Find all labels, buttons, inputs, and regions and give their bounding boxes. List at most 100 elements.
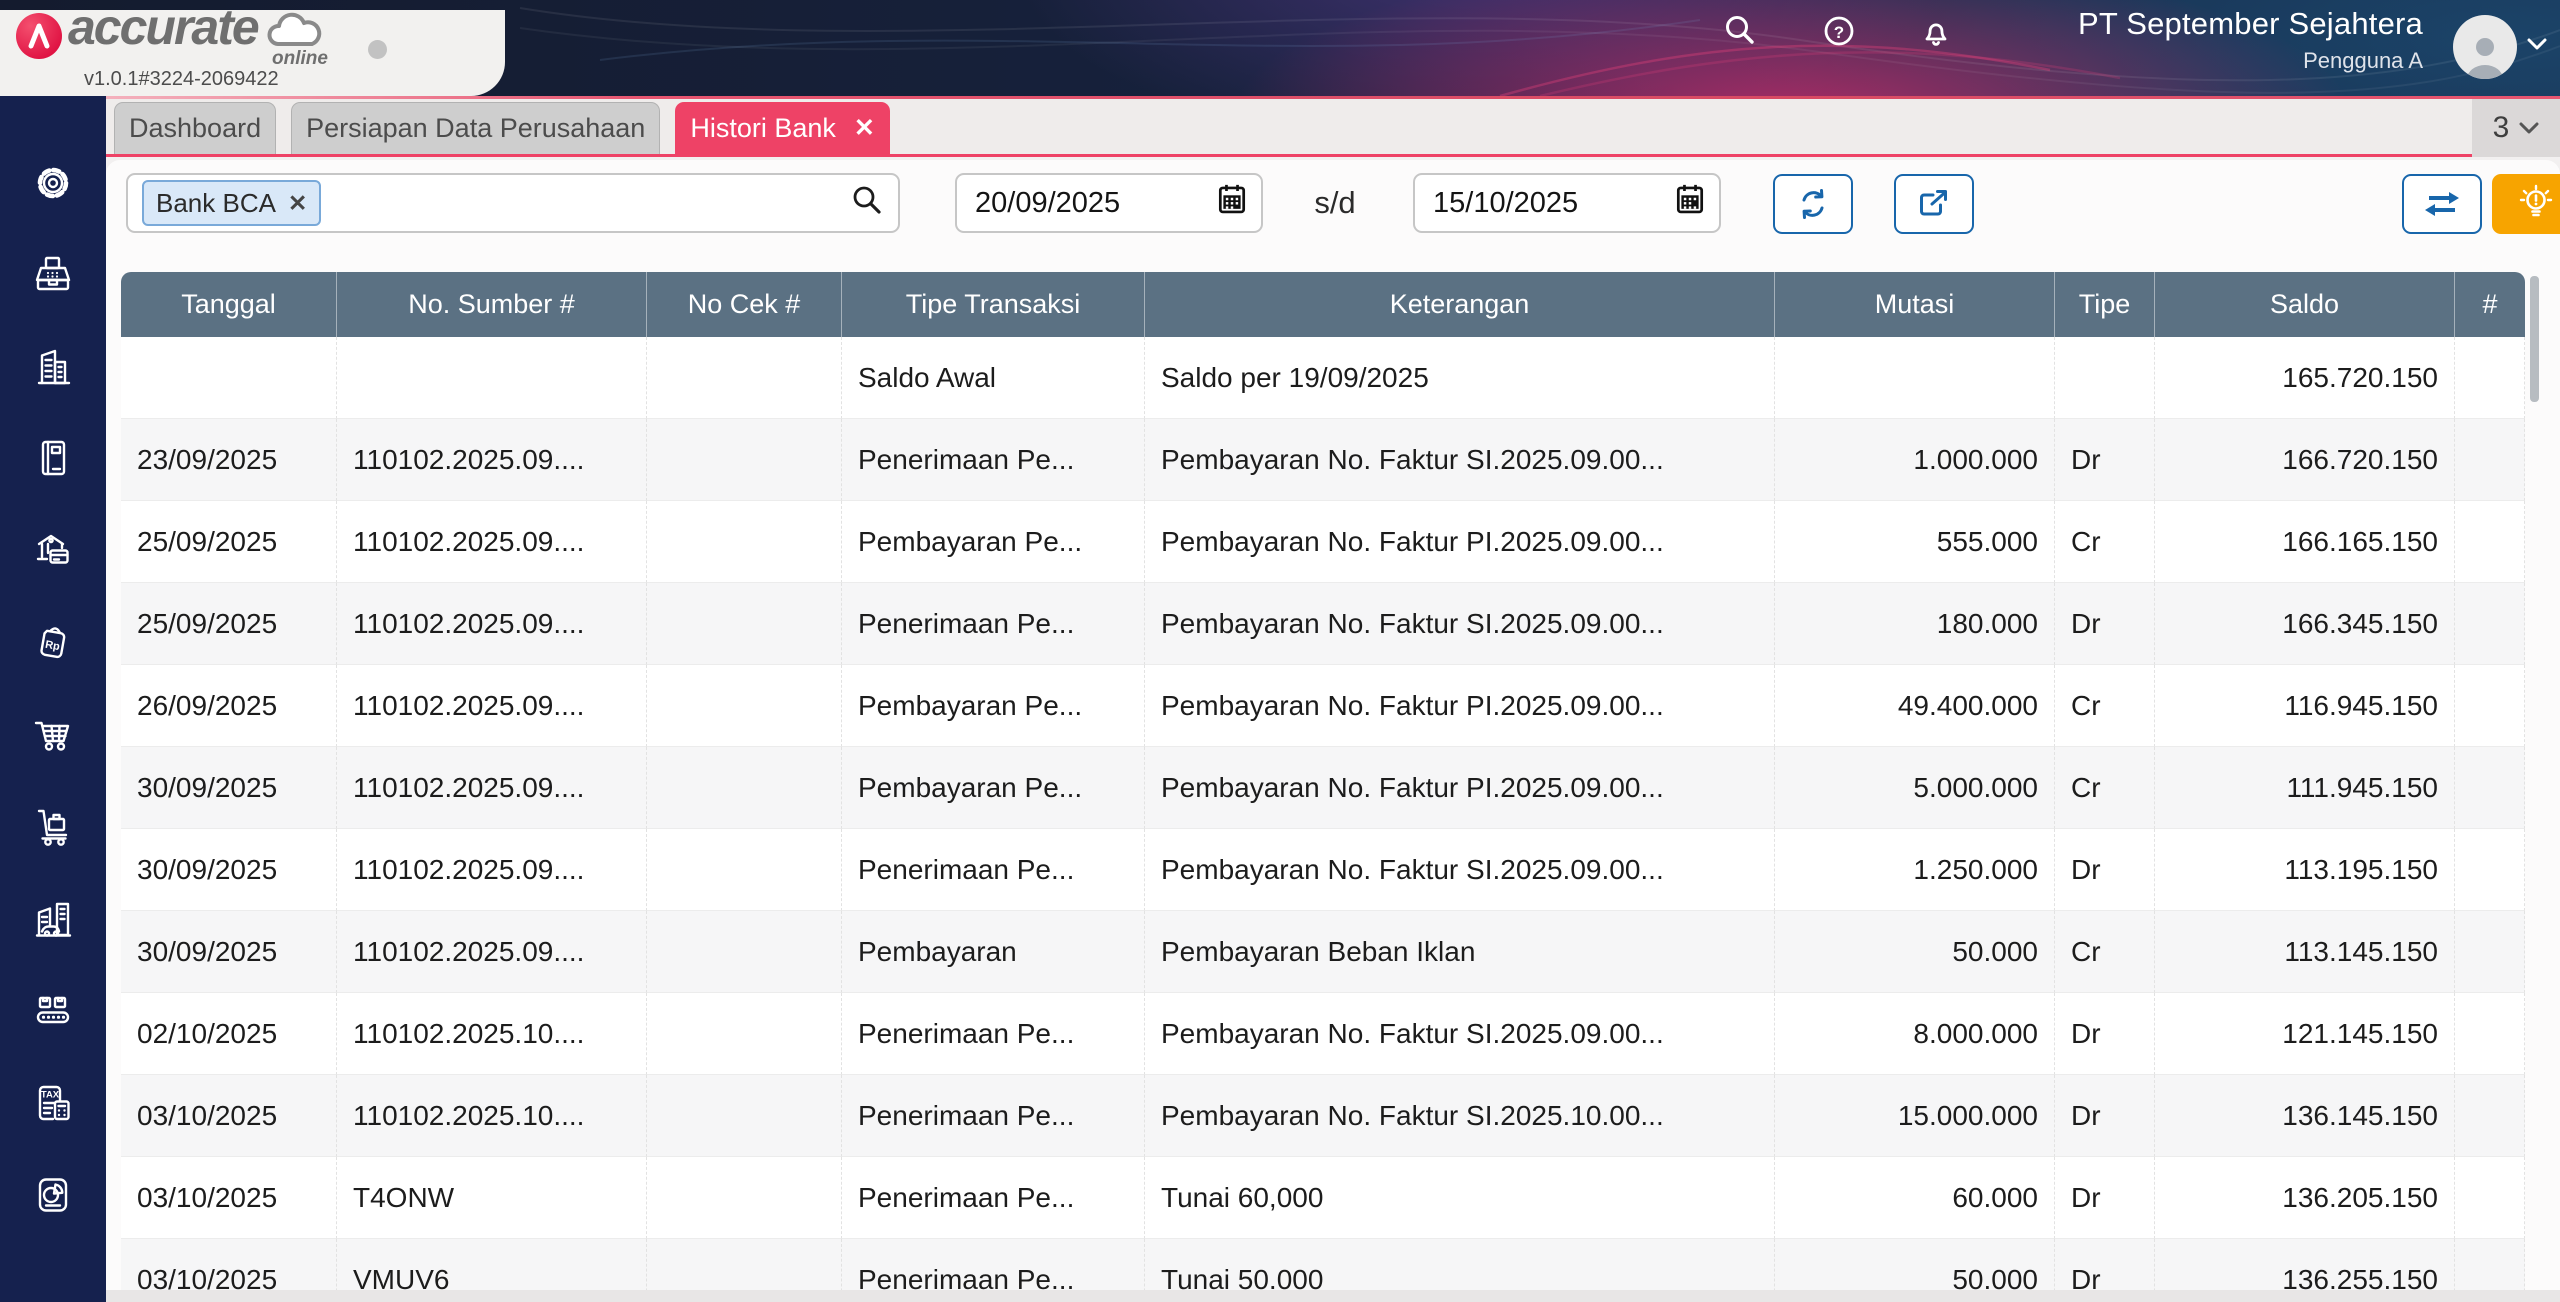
table-row[interactable]: 30/09/2025 110102.2025.09.... Pembayaran Pe… (121, 911, 2525, 993)
help-icon[interactable]: ? (1819, 11, 1859, 51)
tab-close-icon[interactable]: ✕ (854, 116, 875, 141)
column-header-tanggal[interactable]: Tanggal (121, 272, 337, 337)
purchase-cart-icon[interactable] (29, 711, 77, 759)
cell-mutasi: 5.000.000 (1775, 747, 2055, 829)
cell-tanggal: 02/10/2025 (121, 993, 337, 1075)
price-tag-rp-icon[interactable]: Rp (29, 619, 77, 667)
column-header-keterangan[interactable]: Keterangan (1145, 272, 1775, 337)
horizontal-scrollbar-track[interactable] (106, 1290, 2560, 1302)
accurate-logo-icon[interactable] (16, 13, 62, 59)
cell-no-cek (647, 1075, 842, 1157)
tax-calculator-icon[interactable]: TAX (29, 1079, 77, 1127)
calendar-icon[interactable] (1675, 183, 1705, 223)
cell-tipe: Dr (2055, 1157, 2155, 1239)
column-header-tipe[interactable]: Tipe (2055, 272, 2155, 337)
refresh-button[interactable] (1773, 174, 1853, 234)
cell-tanggal: 03/10/2025 (121, 1075, 337, 1157)
column-header-no-cek-[interactable]: No Cek # (647, 272, 842, 337)
cell-no-sumber: 110102.2025.09.... (337, 419, 647, 501)
calendar-icon[interactable] (1217, 183, 1247, 223)
cell-keterangan: Pembayaran No. Faktur SI.2025.09.00... (1145, 993, 1775, 1075)
table-row[interactable]: 03/10/2025 T4ONW Penerimaan Pe... Tunai 60,… (121, 1157, 2525, 1239)
cell-keterangan: Saldo per 19/09/2025 (1145, 337, 1775, 419)
tab-histori-bank[interactable]: Histori Bank ✕ (675, 102, 890, 154)
cell-saldo: 136.205.150 (2155, 1157, 2455, 1239)
table-row[interactable]: 26/09/2025 110102.2025.09.... Pembayaran P… (121, 665, 2525, 747)
cell-actions (2455, 747, 2525, 829)
cell-keterangan: Pembayaran No. Faktur PI.2025.09.00... (1145, 665, 1775, 747)
export-share-icon (1920, 190, 1947, 216)
reconcile-swap-button[interactable] (2402, 174, 2482, 234)
office-building-icon[interactable] (29, 343, 77, 391)
table-row[interactable]: 25/09/2025 110102.2025.09.... Penerimaan P… (121, 583, 2525, 665)
svg-text:TAX: TAX (41, 1090, 60, 1101)
company-block[interactable]: PT September Sejahtera Pengguna A (2078, 6, 2423, 74)
cell-mutasi: 1.250.000 (1775, 829, 2055, 911)
notifications-bell-icon[interactable] (1916, 11, 1956, 51)
cell-tanggal: 30/09/2025 (121, 911, 337, 993)
journal-book-icon[interactable] (29, 435, 77, 483)
cell-mutasi: 8.000.000 (1775, 993, 2055, 1075)
column-header-no-sumber-[interactable]: No. Sumber # (337, 272, 647, 337)
cell-keterangan: Pembayaran No. Faktur PI.2025.09.00... (1145, 747, 1775, 829)
cell-tanggal: 03/10/2025 (121, 1157, 337, 1239)
production-conveyor-icon[interactable] (29, 987, 77, 1035)
cell-no-sumber: 110102.2025.09.... (337, 665, 647, 747)
date-to-input[interactable]: 15/10/2025 (1413, 173, 1721, 233)
column-header-tipe-transaksi[interactable]: Tipe Transaksi (842, 272, 1145, 337)
avatar[interactable] (2453, 15, 2517, 79)
cell-tipe: Cr (2055, 501, 2155, 583)
bank-filter-chip[interactable]: Bank BCA ✕ (142, 180, 322, 226)
tab-dashboard[interactable]: Dashboard (114, 102, 277, 154)
cell-no-cek (647, 419, 842, 501)
cell-no-sumber: T4ONW (337, 1157, 647, 1239)
cell-saldo: 136.145.150 (2155, 1075, 2455, 1157)
inventory-trolley-icon[interactable] (29, 803, 77, 851)
user-name: Pengguna A (2303, 48, 2423, 73)
table-row[interactable]: 23/09/2025 110102.2025.09.... Penerimaan P… (121, 419, 2525, 501)
table-row[interactable]: 30/09/2025 110102.2025.09.... Penerimaan P… (121, 829, 2525, 911)
vertical-scrollbar-thumb[interactable] (2530, 276, 2539, 402)
cell-saldo: 121.145.150 (2155, 993, 2455, 1075)
content-panel: Bank BCA ✕ 20/09/2025 s/d 15/10/2025 Tan… (106, 160, 2560, 1302)
table-row[interactable]: 02/10/2025 110102.2025.10.... Penerimaan P… (121, 993, 2525, 1075)
sidebar: Rp TAX (0, 96, 106, 1302)
table-row[interactable]: Saldo Awal Saldo per 19/09/2025 165.720.15… (121, 337, 2525, 419)
cell-no-sumber (337, 337, 647, 419)
cell-no-sumber: 110102.2025.10.... (337, 1075, 647, 1157)
column-header-saldo[interactable]: Saldo (2155, 272, 2455, 337)
settings-gear-icon[interactable] (29, 159, 77, 207)
cell-tipe-transaksi: Pembayaran (842, 911, 1145, 993)
cell-saldo: 116.945.150 (2155, 665, 2455, 747)
table-row[interactable]: 03/10/2025 110102.2025.10.... Penerimaan P… (121, 1075, 2525, 1157)
table-row[interactable]: 30/09/2025 110102.2025.09.... Pembayaran P… (121, 747, 2525, 829)
bank-payment-icon[interactable] (29, 527, 77, 575)
cell-no-cek (647, 1157, 842, 1239)
cell-mutasi: 555.000 (1775, 501, 2055, 583)
table-row[interactable]: 25/09/2025 110102.2025.09.... Pembayaran P… (121, 501, 2525, 583)
search-icon[interactable] (1720, 11, 1760, 51)
tab-overflow-selector[interactable]: 3 (2472, 99, 2560, 157)
cell-tipe-transaksi: Penerimaan Pe... (842, 993, 1145, 1075)
chip-remove-icon[interactable]: ✕ (288, 190, 307, 217)
cell-tipe-transaksi: Saldo Awal (842, 337, 1145, 419)
tab-persiapan-data-perusahaan[interactable]: Persiapan Data Perusahaan (291, 102, 661, 154)
cell-actions (2455, 501, 2525, 583)
user-menu-chevron-down-icon[interactable] (2526, 36, 2548, 57)
tips-button[interactable] (2492, 174, 2560, 234)
report-pie-icon[interactable] (29, 1171, 77, 1219)
cell-no-sumber: 110102.2025.09.... (337, 911, 647, 993)
cell-saldo: 113.145.150 (2155, 911, 2455, 993)
bank-search-input[interactable]: Bank BCA ✕ (126, 173, 900, 233)
asset-building-icon[interactable] (29, 895, 77, 943)
cell-tipe: Dr (2055, 993, 2155, 1075)
cell-mutasi: 15.000.000 (1775, 1075, 2055, 1157)
date-from-input[interactable]: 20/09/2025 (955, 173, 1263, 233)
column-header-mutasi[interactable]: Mutasi (1775, 272, 2055, 337)
cell-keterangan: Pembayaran No. Faktur SI.2025.09.00... (1145, 419, 1775, 501)
cash-register-icon[interactable] (29, 251, 77, 299)
column-header--[interactable]: # (2455, 272, 2525, 337)
cell-keterangan: Pembayaran Beban Iklan (1145, 911, 1775, 993)
export-button[interactable] (1894, 174, 1974, 234)
magnifier-icon (850, 184, 884, 223)
